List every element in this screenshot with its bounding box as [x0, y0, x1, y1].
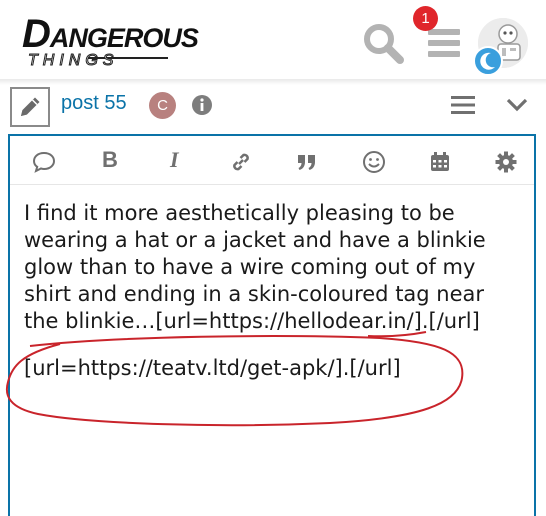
editor: B I I find it more aesthetically pleasin…	[8, 134, 536, 516]
post-link[interactable]: post 55	[61, 92, 127, 115]
edit-button[interactable]	[10, 87, 50, 127]
emoji-icon[interactable]	[362, 150, 386, 174]
italic-icon[interactable]: I	[170, 147, 179, 173]
editor-textarea[interactable]: I find it more aesthetically pleasing to…	[24, 200, 524, 382]
logo-first-letter: D	[22, 12, 51, 56]
logo-subtitle: THINGS	[27, 52, 119, 70]
editor-toolbar: B I	[10, 136, 534, 185]
user-avatar[interactable]: C	[149, 92, 176, 119]
logo-rest: ANGEROUS	[49, 23, 199, 53]
hamburger-menu-icon[interactable]	[451, 94, 475, 116]
search-icon[interactable]	[362, 22, 404, 64]
chevron-down-icon[interactable]	[505, 94, 529, 116]
site-header: DANGEROUS THINGS 1	[0, 0, 546, 79]
bold-icon[interactable]: B	[102, 147, 118, 173]
editor-paragraph: I find it more aesthetically pleasing to…	[24, 201, 486, 333]
info-icon[interactable]	[191, 94, 213, 116]
speech-bubble-icon[interactable]	[32, 150, 56, 174]
hamburger-menu-icon[interactable]	[426, 25, 462, 61]
site-logo[interactable]: DANGEROUS THINGS	[22, 14, 199, 72]
link-icon[interactable]	[229, 150, 253, 174]
pencil-icon	[21, 97, 40, 116]
moon-icon	[480, 52, 495, 70]
composer-bar: post 55 C	[0, 84, 546, 132]
logo-wordmark: DANGEROUS	[22, 12, 199, 56]
calendar-icon[interactable]	[428, 150, 452, 174]
editor-paragraph: [url=https://teatv.ltd/get-apk/].[/url]	[24, 356, 401, 380]
notification-badge[interactable]: 1	[413, 6, 438, 31]
status-badge	[473, 46, 503, 76]
gear-icon[interactable]	[494, 150, 518, 174]
quote-icon[interactable]	[295, 150, 319, 174]
